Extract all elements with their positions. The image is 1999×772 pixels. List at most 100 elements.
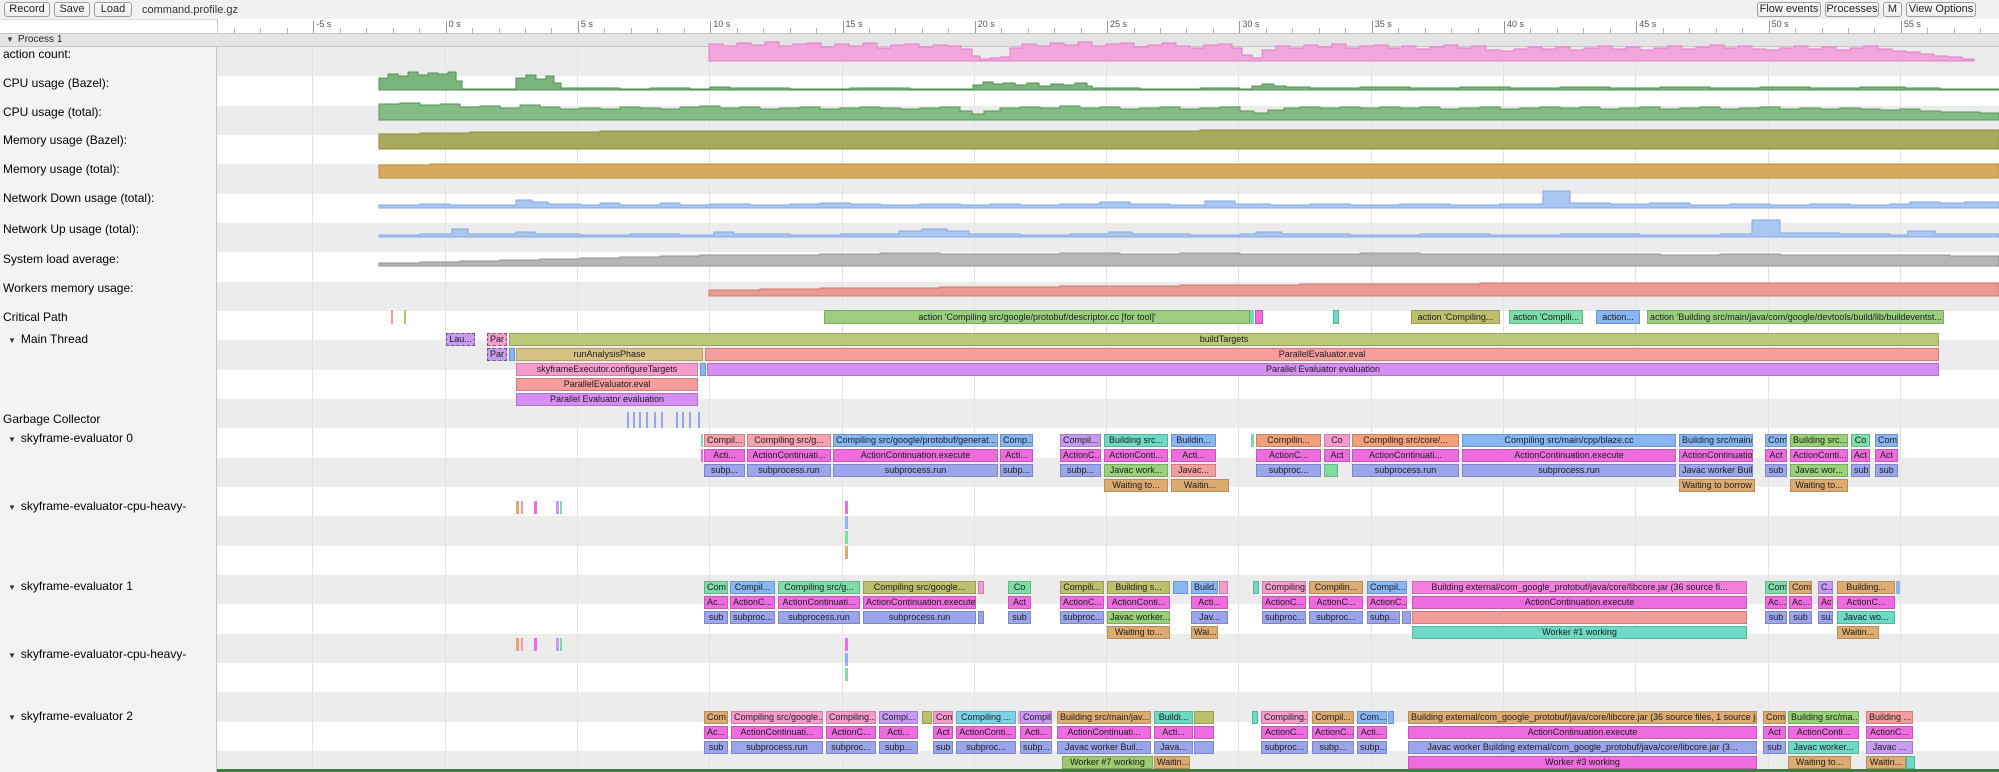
skyframe-evaluator-0-bar[interactable]: Com xyxy=(1875,434,1898,447)
skyframe-evaluator-2-bar[interactable]: Java... xyxy=(1154,741,1193,754)
skyframe-evaluator-1-bar[interactable]: C... xyxy=(1818,581,1833,594)
garbage-collector-bar[interactable] xyxy=(676,412,678,428)
skyframe-evaluator-0-bar[interactable] xyxy=(1251,434,1254,447)
skyframe-evaluator-2-bar[interactable]: Waitin... xyxy=(1154,756,1190,769)
skyframe-evaluator-1-bar[interactable]: sub xyxy=(704,611,728,624)
skyframe-evaluator-1-bar[interactable]: Compiling src/google... xyxy=(863,581,976,594)
skyframe-evaluator-2-bar[interactable]: subproc... xyxy=(826,741,876,754)
skyframe-evaluator-2-bar[interactable]: Acti... xyxy=(1154,726,1193,739)
skyframe-evaluator-0-bar[interactable]: Co xyxy=(1851,434,1870,447)
skyframe-evaluator-1-bar[interactable]: Compil... xyxy=(1367,581,1407,594)
skyframe-evaluator-2-bar[interactable]: Compiling... xyxy=(1261,711,1308,724)
skyframe-evaluator-2-bar[interactable]: sub xyxy=(933,741,953,754)
garbage-collector-bar[interactable] xyxy=(661,412,663,428)
skyframe-evaluator-cpu-heavy-2-bar[interactable] xyxy=(516,638,519,651)
skyframe-evaluator-cpu-heavy-2-bar[interactable] xyxy=(845,668,848,681)
skyframe-evaluator-1-bar[interactable]: Co xyxy=(1008,581,1031,594)
skyframe-evaluator-2-bar[interactable]: Waitin... xyxy=(1866,756,1906,769)
skyframe-evaluator-2-bar[interactable]: subproc... xyxy=(956,741,1016,754)
skyframe-evaluator-2-bar[interactable]: subp... xyxy=(879,741,918,754)
skyframe-evaluator-2-bar[interactable]: Ac... xyxy=(704,726,728,739)
skyframe-evaluator-0-bar[interactable]: Javac work... xyxy=(1104,464,1168,477)
skyframe-evaluator-1-bar[interactable] xyxy=(1219,581,1228,594)
skyframe-evaluator-1-bar[interactable] xyxy=(1253,581,1259,594)
skyframe-evaluator-1-bar[interactable]: Build... xyxy=(1191,581,1218,594)
skyframe-evaluator-1-bar[interactable]: Compiling src/g... xyxy=(778,581,860,594)
critical-path-bar[interactable]: action 'Compili... xyxy=(1509,310,1583,324)
toolbar-button-view-options[interactable]: View Options xyxy=(1906,2,1976,17)
skyframe-evaluator-1-bar[interactable]: Compilin... xyxy=(1309,581,1363,594)
skyframe-evaluator-0-bar[interactable]: ActionC... xyxy=(1060,449,1101,462)
skyframe-evaluator-2-bar[interactable]: subp... xyxy=(1357,741,1387,754)
skyframe-evaluator-0-bar[interactable]: Comp... xyxy=(1000,434,1033,447)
toolbar-button-load[interactable]: Load xyxy=(94,2,132,17)
critical-path-bar[interactable]: action 'Building src/main/java/com/googl… xyxy=(1647,310,1944,324)
skyframe-evaluator-0-bar[interactable]: ActionContinuati... xyxy=(747,449,831,462)
skyframe-evaluator-2-bar[interactable]: Javac worker... xyxy=(1788,741,1859,754)
skyframe-evaluator-2-bar[interactable]: ActionContinuati... xyxy=(731,726,823,739)
skyframe-evaluator-2-bar[interactable]: subp... xyxy=(1020,741,1052,754)
skyframe-evaluator-0-bar[interactable]: subp... xyxy=(1060,464,1101,477)
skyframe-evaluator-0-bar[interactable]: subprocess.run xyxy=(747,464,831,477)
skyframe-evaluator-0-bar[interactable]: Waiting to borrow worker xyxy=(1679,479,1755,492)
skyframe-evaluator-0-bar[interactable]: ActionConti... xyxy=(1790,449,1848,462)
main-thread-bar[interactable]: skyframeExecutor.configureTargets xyxy=(516,363,698,376)
skyframe-evaluator-cpu-heavy-1-bar[interactable] xyxy=(516,501,519,514)
skyframe-evaluator-0-bar[interactable]: ActionContinuati... xyxy=(1352,449,1459,462)
skyframe-evaluator-1-bar[interactable]: su... xyxy=(1818,611,1833,624)
skyframe-evaluator-2-bar[interactable]: Javac worker Buil... xyxy=(1057,741,1151,754)
skyframe-evaluator-0-bar[interactable]: Com xyxy=(1765,434,1787,447)
critical-path-bar[interactable] xyxy=(391,310,393,324)
skyframe-evaluator-1-bar[interactable] xyxy=(978,611,984,624)
skyframe-evaluator-0-bar[interactable] xyxy=(1324,464,1338,477)
main-thread-bar[interactable]: ParallelEvaluator.eval xyxy=(516,378,698,391)
skyframe-evaluator-2-bar[interactable] xyxy=(922,711,932,724)
skyframe-evaluator-2-bar[interactable]: Javac worker Building external/com_googl… xyxy=(1408,741,1757,754)
toolbar-button-flow-events[interactable]: Flow events xyxy=(1757,2,1821,17)
skyframe-evaluator-2-bar[interactable]: Building ... xyxy=(1866,711,1913,724)
skyframe-evaluator-0-bar[interactable]: Acti... xyxy=(1171,449,1216,462)
skyframe-evaluator-cpu-heavy-1-bar[interactable] xyxy=(560,501,562,514)
skyframe-evaluator-2-bar[interactable]: ActionConti... xyxy=(1788,726,1859,739)
critical-path-bar[interactable] xyxy=(1250,310,1254,324)
main-thread-bar[interactable]: Parallel Evaluator evaluation xyxy=(516,393,698,406)
skyframe-evaluator-0-bar[interactable]: Acti... xyxy=(1000,449,1033,462)
track-label-skyframe-evaluator-0[interactable]: ▼skyframe-evaluator 0 xyxy=(8,431,133,445)
critical-path-bar[interactable]: action 'Compiling... xyxy=(1411,310,1500,324)
skyframe-evaluator-0-bar[interactable]: Act xyxy=(1324,449,1350,462)
skyframe-evaluator-1-bar[interactable]: ActionC... xyxy=(1309,596,1363,609)
skyframe-evaluator-1-bar[interactable]: Compili... xyxy=(1060,581,1104,594)
skyframe-evaluator-0-bar[interactable]: Javac wor... xyxy=(1790,464,1848,477)
skyframe-evaluator-0-bar[interactable]: subprocess.run xyxy=(833,464,998,477)
skyframe-evaluator-2-bar[interactable]: ActionC... xyxy=(826,726,876,739)
garbage-collector-bar[interactable] xyxy=(633,412,635,428)
skyframe-evaluator-cpu-heavy-1-bar[interactable] xyxy=(845,516,848,529)
skyframe-evaluator-0-bar[interactable]: Acti... xyxy=(704,449,745,462)
skyframe-evaluator-0-bar[interactable]: Waiting to... xyxy=(1104,479,1168,492)
skyframe-evaluator-cpu-heavy-1-bar[interactable] xyxy=(845,546,848,559)
skyframe-evaluator-0-bar[interactable]: Compiling src/google/protobuf/generat... xyxy=(833,434,998,447)
skyframe-evaluator-0-bar[interactable]: Act xyxy=(1875,449,1898,462)
skyframe-evaluator-cpu-heavy-2-bar[interactable] xyxy=(534,638,537,651)
skyframe-evaluator-0-bar[interactable]: sub xyxy=(1875,464,1898,477)
skyframe-evaluator-cpu-heavy-1-bar[interactable] xyxy=(845,501,848,514)
skyframe-evaluator-1-bar[interactable]: Act xyxy=(1008,596,1031,609)
skyframe-evaluator-2-bar[interactable] xyxy=(1194,726,1214,739)
main-thread-bar[interactable]: Par xyxy=(487,333,507,346)
skyframe-evaluator-2-bar[interactable]: ActionC... xyxy=(1312,726,1354,739)
skyframe-evaluator-1-bar[interactable]: sub xyxy=(1008,611,1031,624)
garbage-collector-bar[interactable] xyxy=(654,412,656,428)
garbage-collector-bar[interactable] xyxy=(698,412,700,428)
skyframe-evaluator-2-bar[interactable] xyxy=(1906,756,1915,769)
skyframe-evaluator-1-bar[interactable]: Acti... xyxy=(1191,596,1228,609)
main-thread-bar[interactable] xyxy=(509,348,515,361)
toolbar-button-processes[interactable]: Processes xyxy=(1825,2,1879,17)
skyframe-evaluator-2-bar[interactable]: subproc... xyxy=(1261,741,1308,754)
skyframe-evaluator-1-bar[interactable]: Wai... xyxy=(1191,626,1218,639)
skyframe-evaluator-1-bar[interactable]: Building external/com_google_protobuf/ja… xyxy=(1412,581,1747,594)
critical-path-bar[interactable] xyxy=(1255,310,1263,324)
track-label-main-thread[interactable]: ▼Main Thread xyxy=(8,332,88,346)
skyframe-evaluator-0-bar[interactable]: Waitin... xyxy=(1171,479,1229,492)
critical-path-bar[interactable]: action 'Compiling src/google/protobuf/de… xyxy=(824,310,1250,324)
skyframe-evaluator-2-bar[interactable]: Com xyxy=(1763,711,1786,724)
